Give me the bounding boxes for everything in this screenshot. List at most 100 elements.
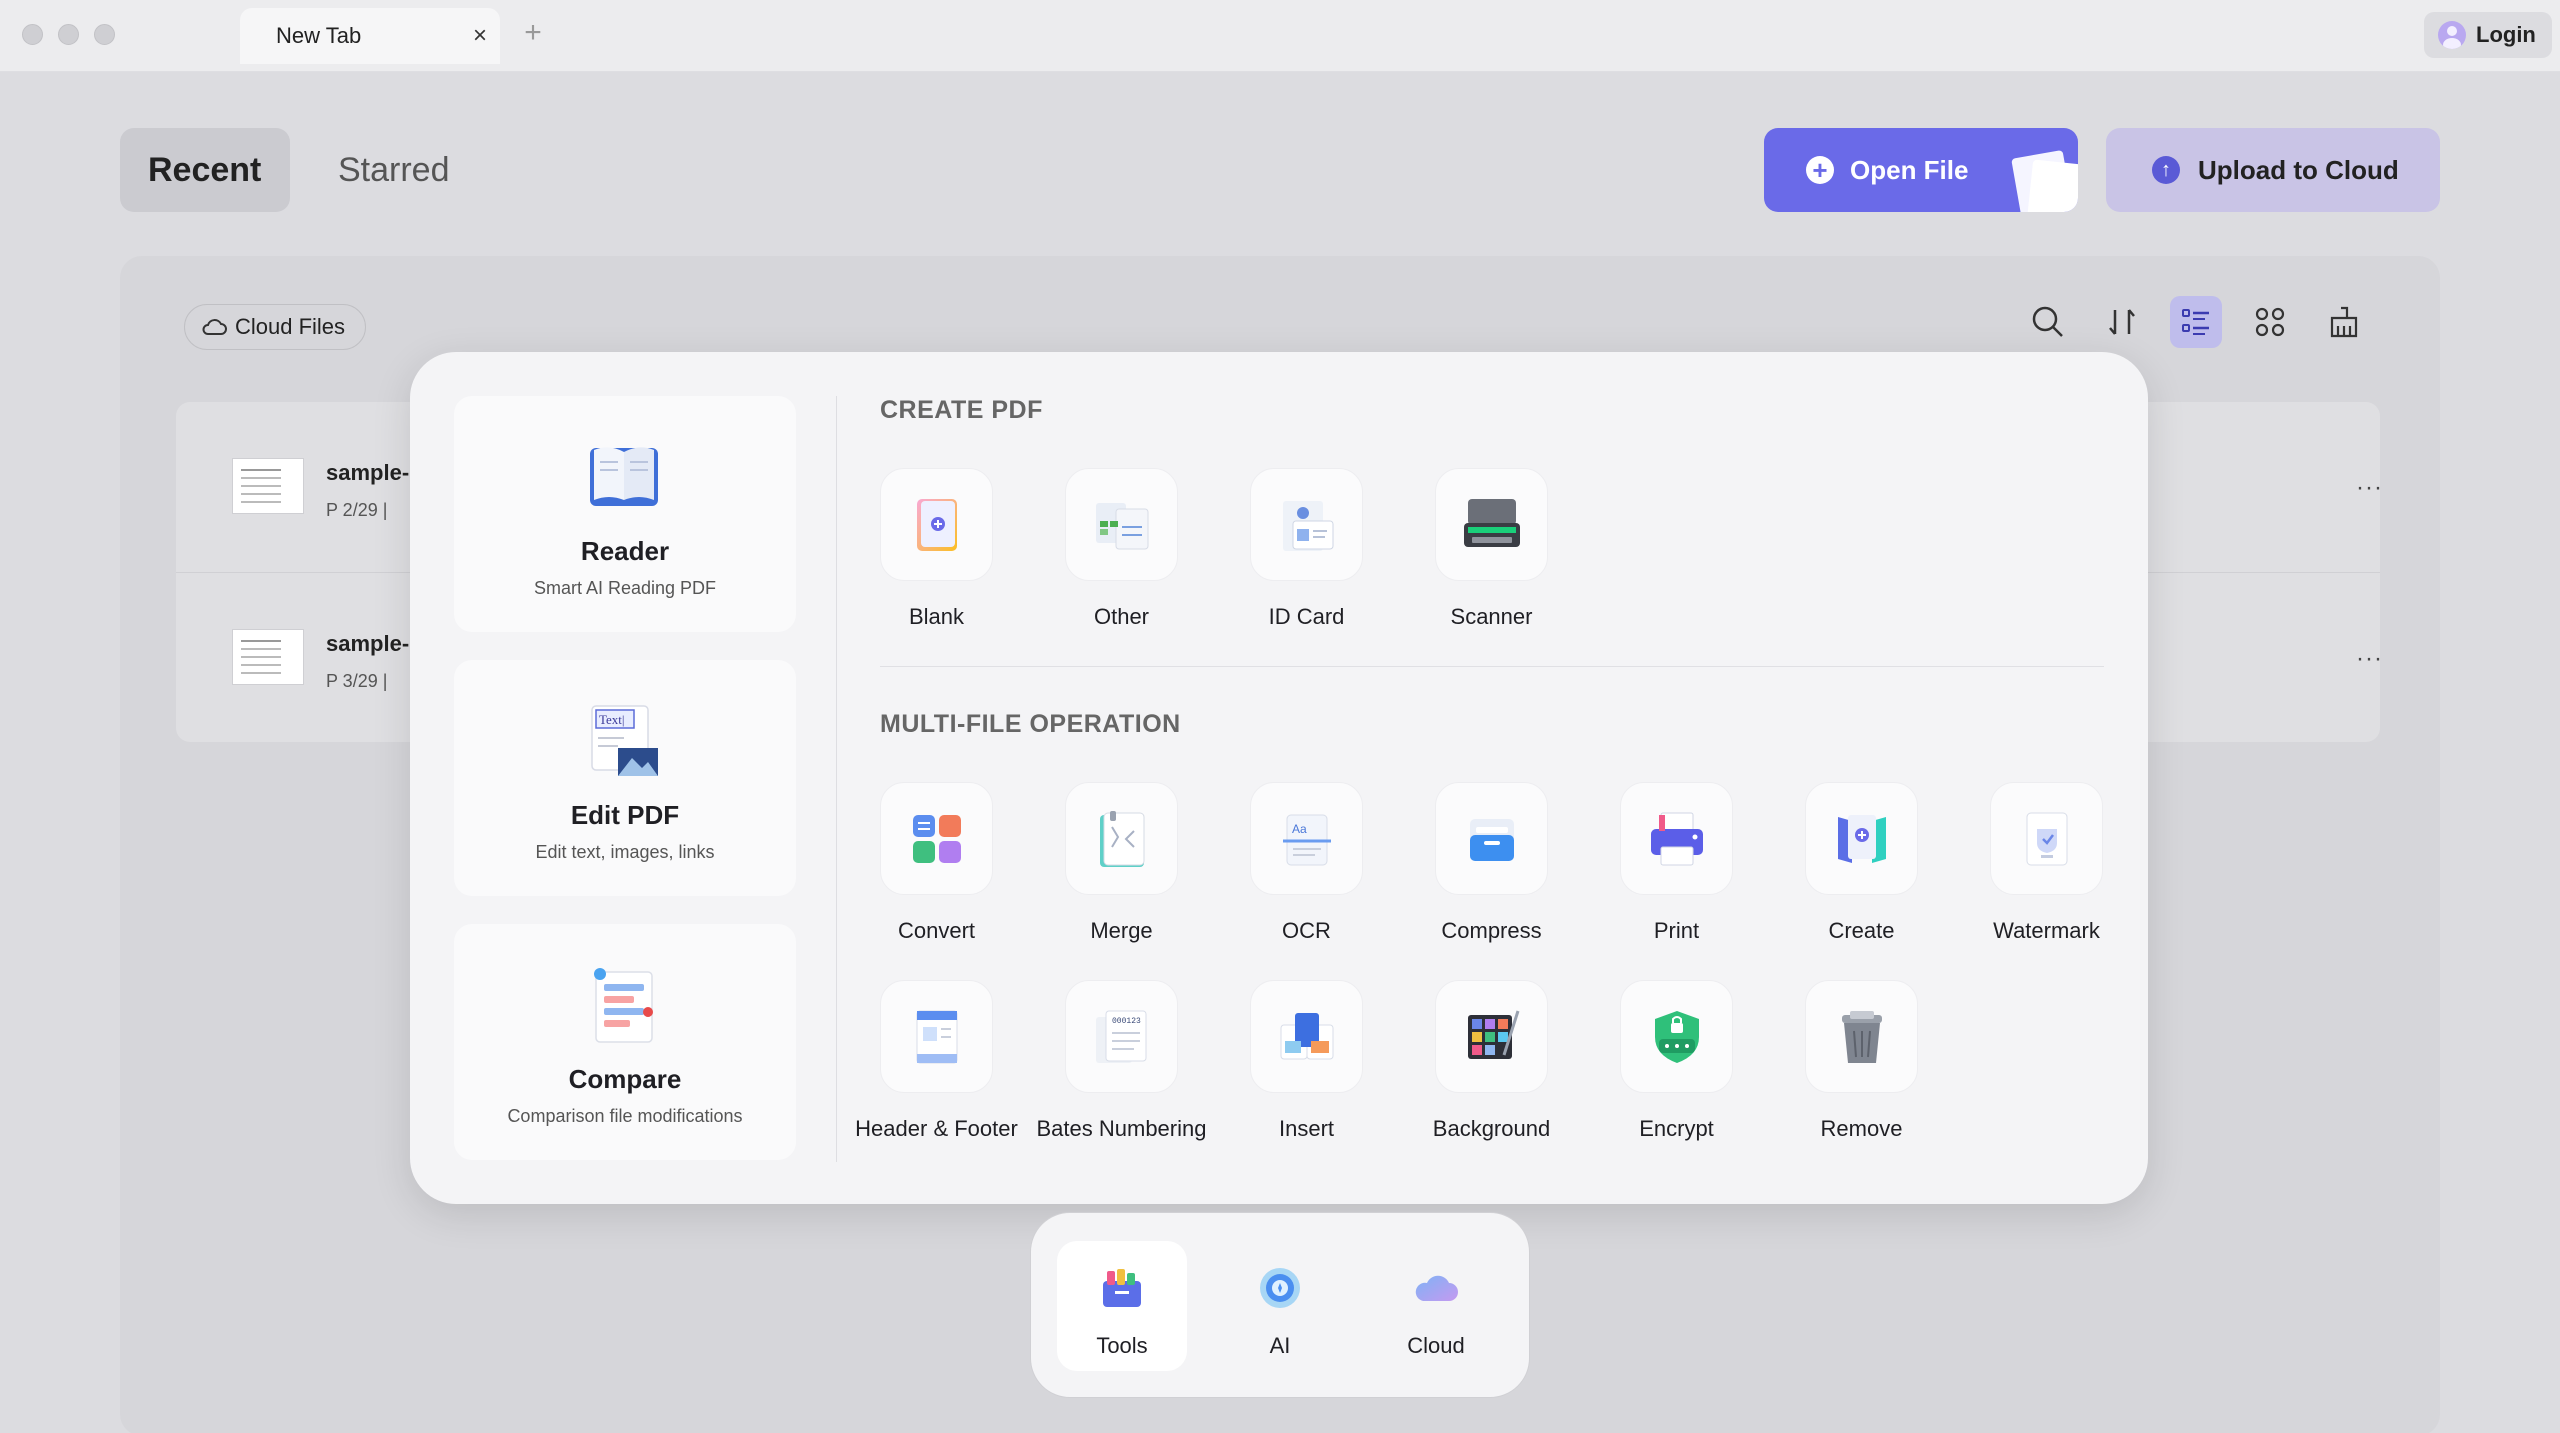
file-page-info: P 3/29 | (326, 671, 388, 691)
ai-icon (1260, 1268, 1300, 1308)
scanner-icon (1435, 468, 1548, 581)
cloud-files-chip[interactable]: Cloud Files (184, 304, 367, 350)
plus-icon: + (1806, 156, 1834, 184)
tool-label: Scanner (1450, 604, 1533, 629)
convert-icon (880, 782, 993, 895)
tool-remove[interactable]: Remove (1769, 980, 1954, 1150)
cloud-files-label: Cloud Files (235, 314, 346, 339)
more-options-icon[interactable]: ··· (2356, 474, 2383, 502)
dock-ai[interactable]: AI (1215, 1241, 1345, 1371)
tool-merge[interactable]: Merge (1029, 782, 1214, 952)
toolbox-icon (1103, 1269, 1141, 1307)
minimize-window-icon[interactable] (58, 24, 79, 45)
avatar-icon (2438, 21, 2466, 49)
create-pdf-heading: CREATE PDF (880, 396, 1043, 424)
dock-tools[interactable]: Tools (1057, 1241, 1187, 1371)
print-icon (1620, 782, 1733, 895)
open-file-button[interactable]: + Open File (1764, 128, 2078, 212)
tool-blank[interactable]: Blank (844, 468, 1029, 638)
dock-label: Tools (1096, 1333, 1148, 1358)
tools-popover: Reader Smart AI Reading PDF Text| Edit P… (410, 352, 2148, 1204)
search-icon[interactable] (2022, 296, 2074, 348)
create-icon (1805, 782, 1918, 895)
encrypt-icon (1620, 980, 1733, 1093)
reader-subtitle: Smart AI Reading PDF (533, 578, 717, 598)
divider (836, 396, 837, 1162)
grid-view-icon[interactable] (2244, 296, 2296, 348)
file-name: sample- (326, 460, 410, 485)
tool-label: Watermark (1993, 918, 2100, 943)
id-card-icon (1250, 468, 1363, 581)
file-toolbar (2022, 296, 2370, 348)
cloud-icon (1415, 1275, 1458, 1301)
text-edit-icon: Text| (591, 705, 658, 776)
document-icon (2027, 159, 2078, 212)
watermark-icon (1990, 782, 2103, 895)
tool-compress[interactable]: Compress (1399, 782, 1584, 952)
dock-label: Cloud (1407, 1333, 1465, 1358)
compress-icon (1435, 782, 1548, 895)
clear-history-icon[interactable] (2318, 296, 2370, 348)
sort-icon[interactable] (2096, 296, 2148, 348)
new-tab-icon[interactable]: + (518, 18, 548, 48)
more-options-icon[interactable]: ··· (2356, 645, 2383, 673)
file-thumbnail (232, 629, 304, 685)
bottom-dock: Tools AI Cloud (1030, 1212, 1530, 1398)
upload-icon: ↑ (2152, 156, 2180, 184)
divider (880, 666, 2104, 667)
tool-encrypt[interactable]: Encrypt (1584, 980, 1769, 1150)
compare-title: Compare (568, 1064, 682, 1094)
blank-icon (880, 468, 993, 581)
compare-subtitle: Comparison file modifications (507, 1106, 743, 1126)
tool-print[interactable]: Print (1584, 782, 1769, 952)
title-bar: New Tab × + Login (0, 0, 2560, 72)
edit-pdf-card[interactable]: Text| Edit PDF Edit text, images, links (454, 660, 796, 896)
trash-icon (1805, 980, 1918, 1093)
file-page-info: P 2/29 | (326, 500, 388, 520)
list-view-icon[interactable] (2170, 296, 2222, 348)
edit-pdf-title: Edit PDF (570, 800, 680, 830)
insert-icon (1250, 980, 1363, 1093)
file-name: sample- (326, 631, 410, 656)
tool-other[interactable]: Other (1029, 468, 1214, 638)
reader-card[interactable]: Reader Smart AI Reading PDF (454, 396, 796, 632)
edit-pdf-subtitle: Edit text, images, links (535, 842, 715, 862)
tab-starred[interactable]: Starred (310, 128, 478, 212)
tab-recent[interactable]: Recent (120, 128, 290, 212)
cloud-outline-icon (202, 319, 227, 335)
ocr-icon: Aa (1250, 782, 1363, 895)
tool-background[interactable]: Background (1399, 980, 1584, 1150)
file-thumbnail (232, 458, 304, 514)
close-window-icon[interactable] (22, 24, 43, 45)
zoom-window-icon[interactable] (94, 24, 115, 45)
tool-create[interactable]: Create (1769, 782, 1954, 952)
upload-to-cloud-button[interactable]: ↑ Upload to Cloud (2106, 128, 2440, 212)
tool-insert[interactable]: Insert (1214, 980, 1399, 1150)
tool-convert[interactable]: Convert (844, 782, 1029, 952)
tool-ocr[interactable]: Aa OCR (1214, 782, 1399, 952)
compare-card[interactable]: Compare Comparison file modifications (454, 924, 796, 1160)
bates-numbering-icon: 000123 (1065, 980, 1178, 1093)
dock-label: AI (1269, 1333, 1291, 1358)
header-footer-icon (880, 980, 993, 1093)
tool-watermark[interactable]: Watermark (1954, 782, 2139, 952)
tab-close-icon[interactable]: × (466, 22, 494, 50)
svg-text:000123: 000123 (1112, 1017, 1141, 1026)
tool-header-footer[interactable]: Header & Footer (844, 980, 1029, 1150)
browser-tab[interactable]: New Tab × (240, 8, 500, 64)
reader-title: Reader (580, 536, 670, 566)
open-file-label: Open File (1850, 154, 1969, 185)
background-icon (1435, 980, 1548, 1093)
svg-text:Aa: Aa (1292, 822, 1307, 836)
login-button[interactable]: Login (2424, 12, 2552, 58)
other-files-icon (1065, 468, 1178, 581)
book-icon (590, 447, 658, 506)
tool-bates-numbering[interactable]: 000123 Bates Numbering (1029, 980, 1214, 1150)
tool-label: Remove (1820, 1116, 1903, 1141)
dock-cloud[interactable]: Cloud (1371, 1241, 1501, 1371)
tool-scanner[interactable]: Scanner (1399, 468, 1584, 638)
tab-title: New Tab (276, 23, 362, 48)
tool-id-card[interactable]: ID Card (1214, 468, 1399, 638)
merge-icon (1065, 782, 1178, 895)
upload-label: Upload to Cloud (2198, 154, 2399, 185)
